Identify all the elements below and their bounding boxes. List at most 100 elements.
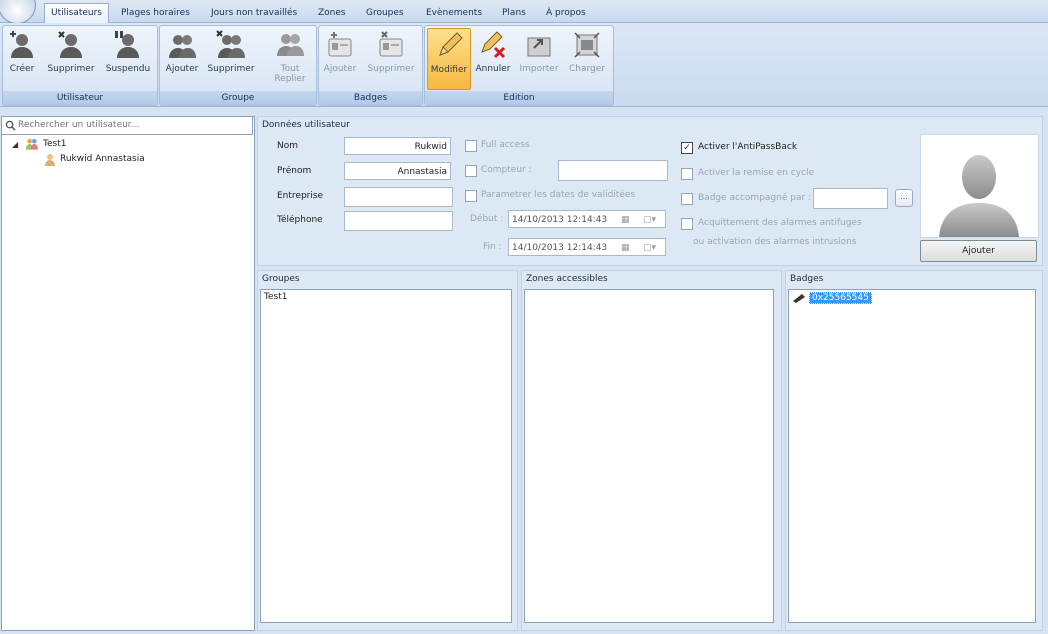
groupes-title: Groupes — [262, 274, 300, 284]
tab-groupes[interactable]: Groupes — [360, 4, 410, 22]
supprimer-badge-button[interactable]: Supprimer — [365, 28, 417, 88]
user-suspend-icon — [115, 31, 139, 58]
ajouter-label: Ajouter — [323, 64, 357, 74]
tree-user-label[interactable]: Rukwid Annastasia — [60, 154, 145, 164]
dates-validite-checkbox[interactable] — [465, 190, 477, 202]
tab-plages-horaires[interactable]: Plages horaires — [115, 4, 196, 22]
search-icon — [5, 120, 16, 131]
annuler-button[interactable]: Annuler — [475, 28, 511, 88]
zones-title: Zones accessibles — [526, 274, 608, 284]
tab-evenements[interactable]: Evènements — [420, 4, 488, 22]
fin-value: 14/10/2013 12:14:43 — [512, 243, 608, 253]
replier-label: Replier — [274, 74, 306, 84]
tab-zones[interactable]: Zones — [312, 4, 352, 22]
antipassback-label: Activer l'AntiPassBack — [698, 142, 798, 152]
telephone-field[interactable] — [344, 211, 453, 231]
dropdown-arrow-icon[interactable]: ▢▾ — [643, 239, 656, 257]
calendar-icon[interactable]: ▦ — [621, 239, 630, 257]
prenom-label: Prénom — [277, 166, 312, 176]
acquittement-label-2: ou activation des alarmes intrusions — [693, 237, 857, 247]
entreprise-label: Entreprise — [277, 191, 324, 201]
creer-user-button[interactable]: Créer — [7, 28, 37, 88]
debut-value: 14/10/2013 12:14:43 — [512, 215, 608, 225]
nom-field[interactable]: Rukwid — [344, 137, 451, 155]
pencil-icon — [439, 32, 463, 56]
ajouter-groupe-button[interactable]: Ajouter — [164, 28, 200, 88]
telephone-label: Téléphone — [277, 215, 323, 225]
zones-list[interactable] — [524, 289, 774, 623]
user-add-icon — [10, 31, 33, 58]
tab-plans[interactable]: Plans — [496, 4, 532, 22]
full-access-checkbox[interactable] — [465, 140, 477, 152]
search-box[interactable] — [1, 116, 253, 135]
badges-title: Badges — [790, 274, 824, 284]
tab-a-propos[interactable]: À propos — [540, 4, 592, 22]
modifier-label: Modifier — [430, 65, 468, 75]
supprimer-user-button[interactable]: Supprimer — [45, 28, 97, 88]
section-title: Données utilisateur — [262, 120, 350, 130]
ajouter-label: Ajouter — [165, 64, 199, 74]
ribbon-group-label: Badges — [319, 91, 422, 105]
ajouter-badge-button[interactable]: Ajouter — [323, 28, 357, 88]
acquittement-checkbox[interactable] — [681, 218, 693, 230]
tab-utilisateurs[interactable]: Utilisateurs — [44, 3, 109, 23]
load-icon — [574, 32, 600, 58]
badge-accompagne-label: Badge accompagné par : — [698, 193, 812, 203]
compteur-checkbox[interactable] — [465, 165, 477, 177]
supprimer-label: Supprimer — [207, 64, 255, 74]
supprimer-label: Supprimer — [47, 64, 95, 74]
cancel-edit-icon — [481, 31, 506, 59]
ribbon-group-utilisateur: Créer Supprimer Suspendu Utilisateur — [2, 25, 158, 106]
application-menu-button[interactable] — [0, 0, 36, 24]
antipassback-checkbox[interactable]: ✓ — [681, 142, 693, 154]
supprimer-label: Supprimer — [367, 64, 415, 74]
prenom-field[interactable]: Annastasia — [344, 162, 451, 180]
supprimer-groupe-button[interactable]: Supprimer — [206, 28, 256, 88]
badges-list[interactable]: 0x25565545 — [788, 289, 1036, 623]
debut-datetime-field[interactable]: 14/10/2013 12:14:43 ▦ ▢▾ — [508, 210, 666, 228]
charger-button[interactable]: Charger — [565, 28, 609, 88]
acquittement-label: Acquittement des alarmes antifuges — [698, 218, 862, 228]
ribbon-group-edition: Modifier Annuler Importer Charger Editio… — [424, 25, 614, 106]
group-icon — [25, 138, 38, 150]
dropdown-arrow-icon[interactable]: ▢▾ — [643, 211, 656, 229]
remise-cycle-checkbox[interactable] — [681, 168, 693, 180]
tab-jours-non-travailles[interactable]: Jours non travaillés — [205, 4, 303, 22]
fin-datetime-field[interactable]: 14/10/2013 12:14:43 ▦ ▢▾ — [508, 238, 666, 256]
suspendu-user-button[interactable]: Suspendu — [103, 28, 153, 88]
calendar-icon[interactable]: ▦ — [621, 211, 630, 229]
ribbon-group-badges: Ajouter Supprimer Badges — [318, 25, 423, 106]
compteur-field[interactable] — [558, 160, 668, 181]
remise-cycle-label: Activer la remise en cycle — [698, 168, 815, 178]
badge-accompagne-checkbox[interactable] — [681, 193, 693, 205]
avatar-placeholder-icon — [939, 155, 1019, 237]
tout-replier-button[interactable]: Tout Replier — [270, 28, 310, 88]
collapse-all-icon — [277, 34, 304, 56]
compteur-label: Compteur : — [481, 165, 532, 175]
tree-expand-icon[interactable]: ◢ — [12, 140, 18, 149]
annuler-label: Annuler — [475, 64, 511, 74]
user-icon — [45, 154, 55, 166]
list-item[interactable]: Test1 — [261, 290, 511, 304]
groupes-list[interactable]: Test1 — [260, 289, 512, 623]
full-access-label: Full access — [481, 140, 530, 150]
user-delete-icon — [58, 31, 82, 58]
badge-add-icon — [328, 32, 352, 57]
list-item[interactable]: 0x25565545 — [809, 292, 872, 304]
search-input[interactable] — [18, 118, 246, 131]
tout-label: Tout — [280, 64, 300, 74]
importer-button[interactable]: Importer — [517, 28, 561, 88]
tree-group-label[interactable]: Test1 — [43, 139, 66, 149]
debut-label: Début : — [470, 214, 504, 224]
modifier-button[interactable]: Modifier — [427, 28, 471, 90]
group-delete-icon — [216, 30, 245, 58]
badge-browse-button[interactable]: ... — [895, 189, 913, 207]
group-add-icon — [169, 35, 196, 58]
entreprise-field[interactable] — [344, 187, 453, 207]
ribbon-group-label: Edition — [425, 91, 613, 105]
badge-accompagne-field[interactable] — [813, 188, 888, 209]
import-icon — [527, 37, 551, 57]
ajouter-photo-button[interactable]: Ajouter — [920, 240, 1037, 262]
dates-validite-label: Parametrer les dates de validitées — [481, 190, 636, 200]
charger-label: Charger — [569, 64, 605, 74]
